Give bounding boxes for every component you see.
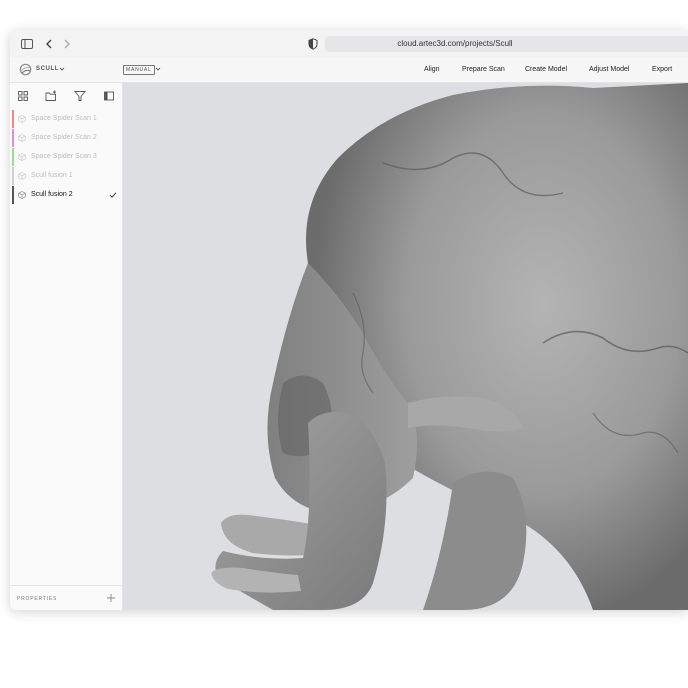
nav-create-model[interactable]: Create Model [525,58,567,82]
nav-adjust-model[interactable]: Adjust Model [589,58,629,82]
skull-model[interactable] [123,83,688,610]
sidebar-toggle-icon[interactable] [20,37,34,51]
scan-color-stripe [12,186,14,204]
jaw-ramus-shape [423,471,527,610]
checkmark-icon[interactable] [109,191,117,199]
scan-color-stripe [12,148,14,166]
scan-color-stripe [12,167,14,185]
app-window: cloud.artec3d.com/projects/Scull SCULL M… [10,30,688,610]
panel-icon[interactable] [103,90,115,102]
cube-icon [18,191,26,199]
mode-selector[interactable]: MANUAL [123,65,155,75]
cube-icon [18,172,26,180]
scan-item-label: Space Spider Scan 1 [31,115,97,122]
back-arrow-icon[interactable] [42,37,56,51]
scan-item-label: Scull fusion 2 [31,191,73,198]
scan-item-label: Space Spider Scan 3 [31,153,97,160]
properties-label: PROPERTIES [17,596,58,602]
chevron-down-icon[interactable] [59,66,65,72]
shield-icon[interactable] [308,38,318,50]
scan-item-space-spider-scan-3[interactable]: Space Spider Scan 3 [10,148,122,166]
filter-icon[interactable] [74,90,86,102]
cube-icon [18,115,26,123]
browser-toolbar: cloud.artec3d.com/projects/Scull [10,30,688,59]
project-name[interactable]: SCULL [36,66,59,72]
3d-viewport[interactable] [123,83,688,610]
grid-view-icon[interactable] [17,90,29,102]
nav-prepare-scan[interactable]: Prepare Scan [462,58,505,82]
nav-export[interactable]: Export [652,58,672,82]
scan-item-scull-fusion-2[interactable]: Scull fusion 2 [10,186,122,204]
artec-logo-icon[interactable] [19,63,32,76]
properties-panel: PROPERTIES [10,585,122,610]
scan-item-space-spider-scan-1[interactable]: Space Spider Scan 1 [10,110,122,128]
nav-align[interactable]: Align [424,58,440,82]
scan-item-scull-fusion-1[interactable]: Scull fusion 1 [10,167,122,185]
project-sidebar: Space Spider Scan 1 Space Spider Scan 2 … [10,83,123,610]
cube-icon [18,153,26,161]
url-text: cloud.artec3d.com/projects/Scull [397,39,513,48]
scan-item-label: Scull fusion 1 [31,172,73,179]
scan-item-label: Space Spider Scan 2 [31,134,97,141]
scan-item-space-spider-scan-2[interactable]: Space Spider Scan 2 [10,129,122,147]
scan-color-stripe [12,110,14,128]
plus-icon[interactable] [106,593,116,603]
address-bar[interactable]: cloud.artec3d.com/projects/Scull [325,36,688,52]
cube-icon [18,134,26,142]
app-header: SCULL MANUAL Align Prepare Scan Create M… [10,58,688,83]
chevron-down-icon[interactable] [155,66,161,72]
folder-add-icon[interactable] [45,90,57,102]
scan-color-stripe [12,129,14,147]
forward-arrow-icon[interactable] [60,37,74,51]
